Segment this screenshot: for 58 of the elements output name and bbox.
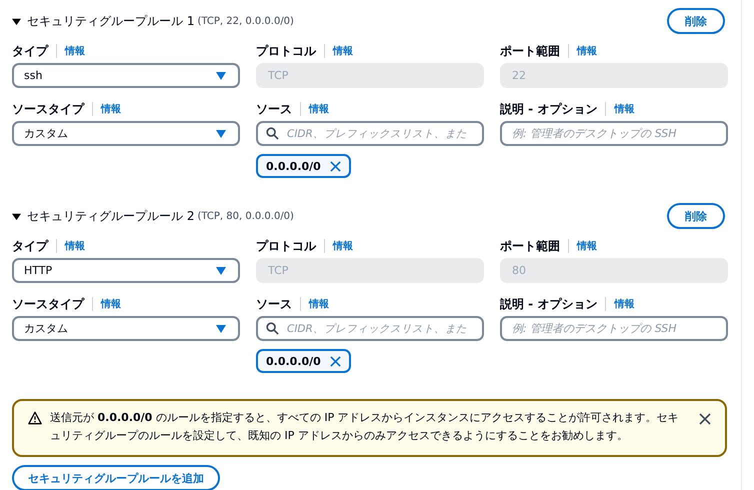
search-icon (266, 127, 279, 140)
field-label: ソースタイプ (12, 296, 84, 312)
delete-button[interactable]: 削除 (667, 8, 725, 34)
token-text: 0.0.0.0/0 (266, 160, 321, 172)
close-icon[interactable] (699, 413, 711, 425)
rule-summary: (TCP, 22, 0.0.0.0/0) (197, 16, 294, 26)
info-link[interactable]: 情報 (309, 102, 329, 116)
field-label: プロトコル (256, 238, 316, 254)
description-field[interactable]: 例: 管理者のデスクトップの SSH (500, 121, 728, 146)
field-label: 説明 - オプション (500, 296, 598, 312)
select-field[interactable]: HTTP (12, 258, 240, 283)
field-label: タイプ (12, 238, 48, 254)
info-link[interactable]: 情報 (614, 297, 634, 311)
caret-icon[interactable] (12, 16, 21, 26)
info-link[interactable]: 情報 (101, 297, 121, 311)
field-label: ポート範囲 (500, 42, 560, 60)
info-link[interactable]: 情報 (309, 297, 329, 311)
input-field: TCP (256, 258, 484, 283)
input-field: 22 (500, 63, 728, 88)
field-label: ソース (256, 296, 292, 312)
info-link[interactable]: 情報 (65, 44, 85, 58)
info-link[interactable]: 情報 (614, 102, 634, 116)
info-link[interactable]: 情報 (333, 239, 353, 253)
warning-text: 送信元が 0.0.0.0/0 のルールを指定すると、すべての IP アドレスからインスタンスにアクセスすることが許可されます。セキュリティグループのルールを設定して、既知の IP アドレスからのみアクセスできるようにすることをお勧めします。 (50, 410, 680, 444)
select-field[interactable]: カスタム (12, 316, 240, 341)
input-field: TCP (256, 63, 484, 88)
field-label: ポート範囲 (500, 238, 560, 254)
remove-icon[interactable] (330, 356, 341, 366)
field-label: ソースタイプ (12, 100, 84, 118)
caret-icon[interactable] (12, 212, 21, 220)
field-label: タイプ (12, 42, 48, 60)
field-label: ソース (256, 100, 292, 118)
search-icon (266, 322, 279, 335)
rule-summary: (TCP, 80, 0.0.0.0/0) (197, 210, 294, 222)
search-field[interactable]: CIDR、プレフィックスリスト、また (256, 121, 484, 146)
description-field[interactable]: 例: 管理者のデスクトップの SSH (500, 316, 728, 341)
dropdown-icon (216, 72, 226, 80)
rule-title: セキュリティグループルール 1 (27, 12, 194, 30)
dropdown-icon (216, 266, 226, 274)
remove-icon[interactable] (330, 160, 341, 172)
select-field[interactable]: ssh (12, 63, 240, 88)
field-label: 説明 - オプション (500, 100, 598, 118)
warning-icon (28, 411, 42, 425)
info-link[interactable]: 情報 (577, 44, 597, 58)
add-rule-button[interactable]: セキュリティグループルールを追加 (12, 465, 220, 490)
info-link[interactable]: 情報 (65, 239, 85, 253)
select-field[interactable]: カスタム (12, 121, 240, 146)
rule-title: セキュリティグループルール 2 (27, 208, 194, 224)
info-link[interactable]: 情報 (333, 44, 353, 58)
field-label: プロトコル (256, 42, 316, 60)
token-text: 0.0.0.0/0 (266, 354, 321, 368)
dropdown-icon (216, 130, 226, 138)
input-field: 80 (500, 258, 728, 283)
search-field[interactable]: CIDR、プレフィックスリスト、また (256, 316, 484, 341)
info-link[interactable]: 情報 (101, 102, 121, 116)
delete-button[interactable]: 削除 (667, 203, 725, 229)
dropdown-icon (216, 324, 226, 332)
info-link[interactable]: 情報 (577, 239, 597, 253)
